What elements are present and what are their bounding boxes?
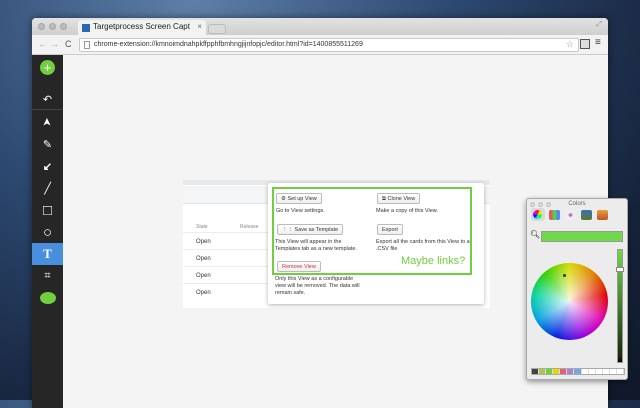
tab-active[interactable]: Targetprocess Screen Capt × [78,20,206,35]
setup-desc: Go to View settings. [276,208,325,214]
table-row: Open [183,232,273,249]
color-sliders-tab[interactable] [549,210,560,220]
fullscreen-icon[interactable]: ⤢ [596,21,602,29]
window-controls[interactable] [38,23,67,30]
color-wheel-tab[interactable] [531,208,545,221]
column-header-state: State [196,224,208,230]
remove-desc: Only this View as a configurable view wi… [275,276,360,296]
menu-icon[interactable]: ≡ [595,37,601,48]
editor-toolbar: + ↶ ➤ ✎ ↙ ╱ □ ○ T ⌗ [32,55,63,408]
reload-icon[interactable]: C [65,39,72,49]
bookmark-star-icon[interactable]: ☆ [566,39,574,50]
export-button[interactable]: Export [377,224,403,235]
url-text: chrome-extension://kmnoimdnahpkffpphfbmh… [94,41,363,48]
colors-title: Colors [568,201,586,207]
image-palettes-tab[interactable] [581,210,592,220]
color-swatch [39,292,56,304]
line-icon[interactable]: ╱ [32,177,63,199]
export-desc: Export all the cards from this View to a… [376,239,470,252]
remove-view-button[interactable]: Remove View [277,261,321,272]
annotation-text[interactable]: Maybe links? [401,255,465,267]
colors-panel: Colors 🔍︎ [526,198,628,380]
forward-icon[interactable]: → [50,39,59,49]
back-icon[interactable]: ← [38,39,47,49]
clone-desc: Make a copy of this View. [376,208,438,214]
arrow-icon[interactable]: ↙ [32,155,63,177]
brightness-slider[interactable] [616,249,624,363]
close-tab-icon[interactable]: × [197,22,202,32]
text-icon[interactable]: T [32,243,63,265]
magnifier-icon[interactable]: 🔍︎ [530,230,540,239]
selected-color-swatch[interactable] [541,231,623,242]
new-tab-button[interactable] [208,24,226,34]
view-actions-popup: ⚙ Set up View Go to View settings. ⧉ Clo… [268,183,484,304]
ellipse-icon[interactable]: ○ [32,221,63,243]
clone-view-button[interactable]: ⧉ Clone View [377,193,421,204]
color-picker-button[interactable] [32,287,63,309]
tab-bar: Targetprocess Screen Capt × ⤢ [32,18,608,35]
browser-window: Targetprocess Screen Capt × ⤢ ← → C chrom… [32,18,608,408]
color-wheel[interactable] [531,263,608,340]
address-toolbar: ← → C chrome-extension://kmnoimdnahpkffp… [32,35,608,55]
favorite-swatches[interactable] [531,368,625,375]
column-header-release: Release [240,224,259,230]
url-input[interactable]: chrome-extension://kmnoimdnahpkffpphfbmh… [79,38,579,52]
crayons-tab[interactable] [597,210,608,220]
save-template-button[interactable]: ⋮⋮ Save as Template [277,224,344,235]
crop-icon[interactable]: ⌗ [32,265,63,287]
table-row: Open [183,266,273,283]
color-palettes-tab[interactable] [565,210,576,220]
setup-view-button[interactable]: ⚙ Set up View [276,193,322,204]
pencil-icon[interactable]: ✎ [32,133,63,155]
tab-title: Targetprocess Screen Capt [93,22,190,31]
table-row: Open [183,249,273,266]
favicon-icon [82,24,90,32]
extension-icon[interactable] [580,39,590,49]
page-icon [84,41,90,49]
table-row: Open [183,283,273,300]
template-desc: This View will appear in the Templates t… [275,239,357,252]
rectangle-icon[interactable]: □ [32,199,63,221]
add-icon[interactable]: + [32,56,63,78]
